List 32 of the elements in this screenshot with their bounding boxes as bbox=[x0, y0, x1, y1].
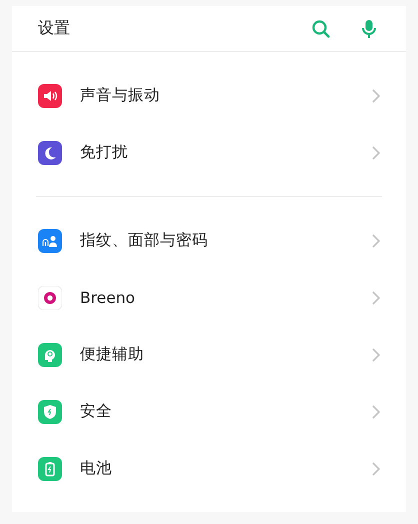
microphone-icon bbox=[361, 18, 377, 39]
chevron-icon bbox=[372, 234, 380, 248]
moon-icon bbox=[38, 140, 62, 165]
chevron-icon bbox=[372, 462, 380, 476]
chevron-icon bbox=[372, 146, 380, 160]
settings-row[interactable]: 指纹、面部与密码 bbox=[12, 212, 406, 269]
search-button[interactable] bbox=[310, 18, 332, 40]
row-label: 指纹、面部与密码 bbox=[80, 230, 209, 251]
chevron-icon bbox=[372, 348, 380, 362]
settings-row[interactable]: 安全 bbox=[12, 383, 406, 440]
page-title: 设置 bbox=[38, 18, 71, 40]
head-icon bbox=[38, 342, 62, 366]
settings-row[interactable]: 声音与振动 bbox=[12, 67, 406, 124]
ring-icon bbox=[38, 286, 62, 310]
search-icon bbox=[311, 18, 331, 39]
settings-row[interactable]: Breeno bbox=[12, 269, 406, 326]
chevron-icon bbox=[372, 88, 380, 103]
settings-row[interactable]: 免打扰 bbox=[12, 124, 406, 182]
fingerprint-person-icon bbox=[38, 228, 62, 252]
row-label: 声音与振动 bbox=[80, 85, 161, 106]
settings-row[interactable]: 电池 bbox=[12, 440, 406, 497]
row-label: 电池 bbox=[80, 458, 113, 479]
speaker-icon bbox=[38, 84, 62, 108]
row-label: 安全 bbox=[80, 401, 113, 422]
chevron-icon bbox=[372, 404, 380, 418]
settings-row[interactable]: 便捷辅助 bbox=[12, 326, 406, 383]
row-label: Breeno bbox=[80, 288, 136, 306]
chevron-icon bbox=[372, 290, 380, 304]
row-label: 便捷辅助 bbox=[80, 344, 145, 365]
battery-icon bbox=[38, 456, 62, 480]
shield-icon bbox=[38, 400, 62, 424]
row-label: 免打扰 bbox=[80, 142, 129, 164]
